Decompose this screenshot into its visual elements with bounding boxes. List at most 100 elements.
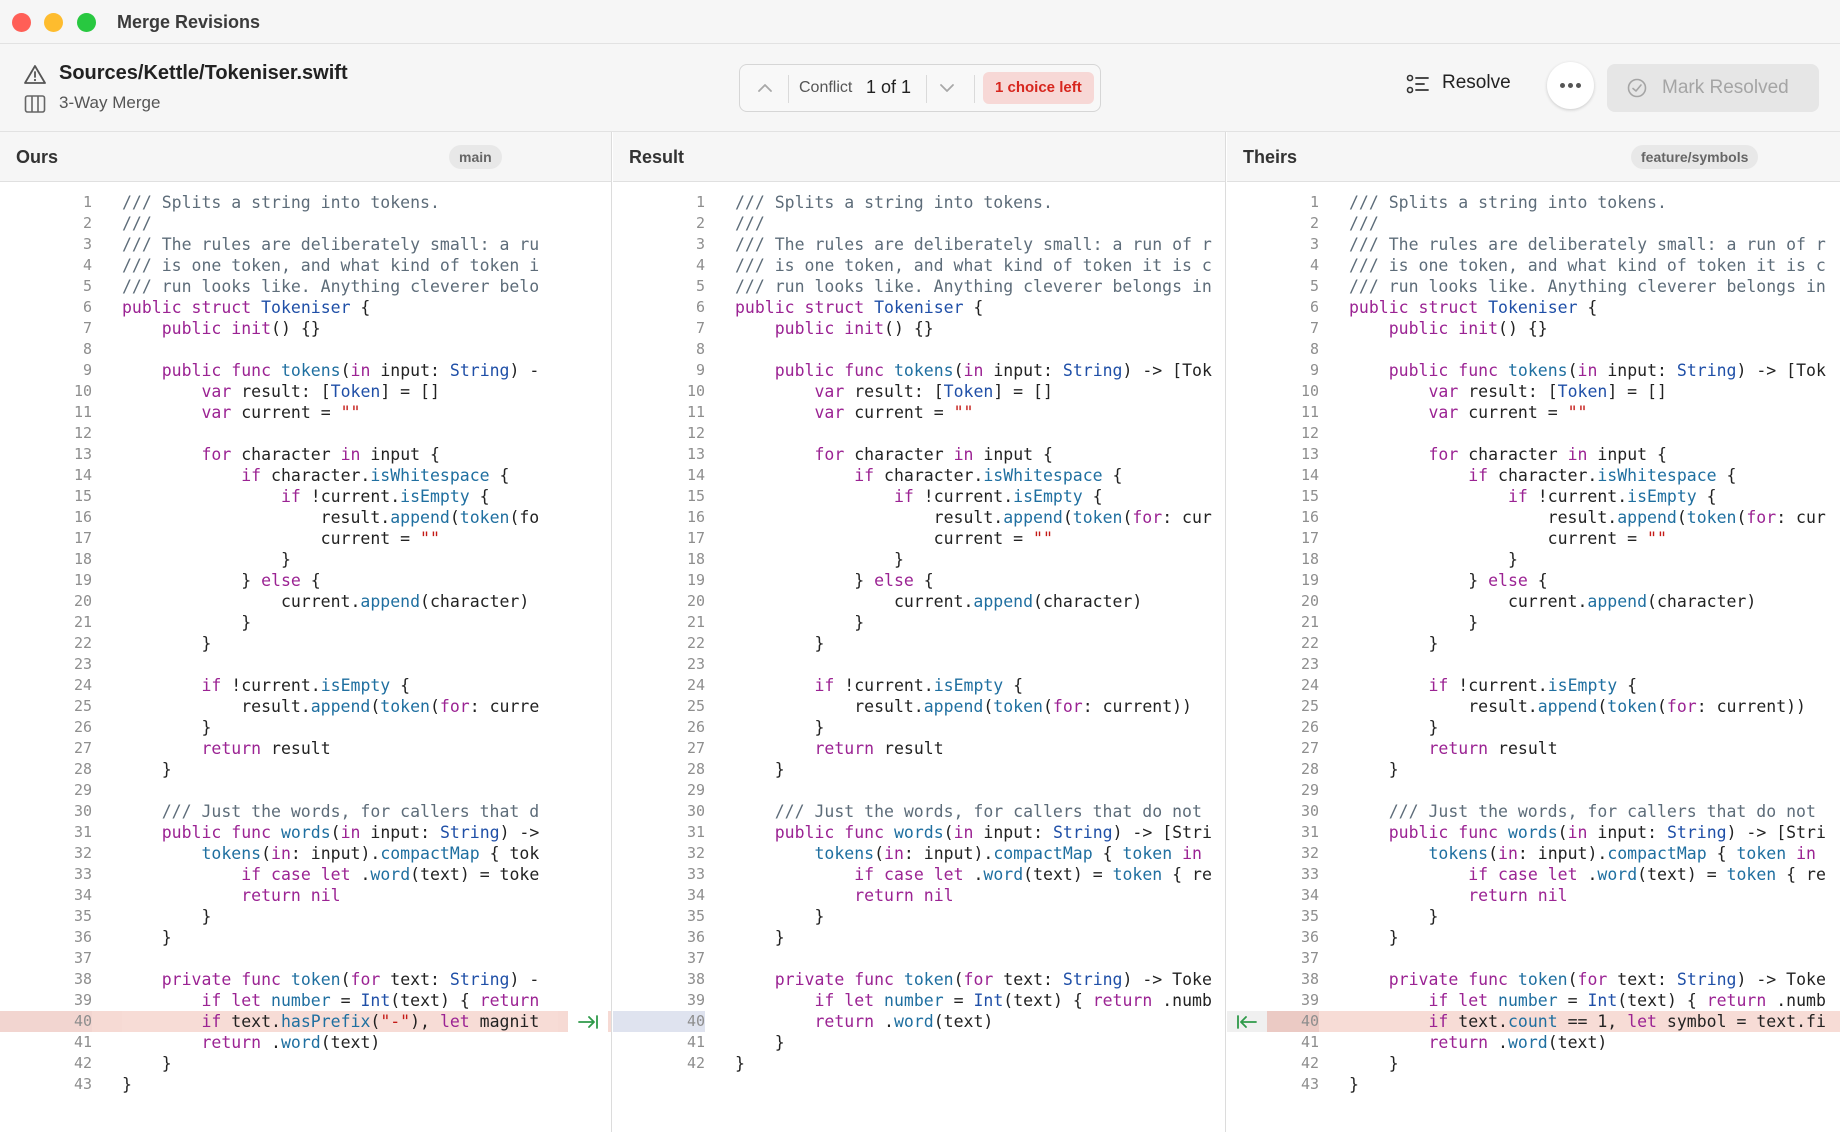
code-line: 33 if case let .word(text) = token { re [613,864,1225,885]
code-line: 6 public struct Tokeniser { [1227,297,1840,318]
code-text: } [1349,613,1479,632]
line-number: 9 [695,361,705,379]
code-line: 35 } [0,906,611,927]
code-text: if let number = Int(text) { return .numb [1428,991,1826,1010]
line-number: 1 [1309,193,1319,211]
zoom-window-button[interactable] [77,13,96,32]
theirs-pane-header: Theirs feature/symbols [1227,132,1840,182]
code-text: } [1349,1054,1399,1073]
code-line: 25 result.append(token(for: current)) [613,696,1225,717]
line-number: 7 [82,319,92,337]
code-line: 38 private func token(for text: String) … [1227,969,1840,990]
code-line: 18 } [1227,549,1840,570]
code-line: 36 } [1227,927,1840,948]
chevron-down-icon [940,84,954,92]
code-line: 5 /// run looks like. Anything cleverer b… [613,276,1225,297]
code-text: } [122,760,172,779]
code-line: 19 } else { [1227,570,1840,591]
code-line: 39 if let number = Int(text) { return [0,990,611,1011]
line-number: 25 [73,697,92,715]
line-number: 30 [73,802,92,820]
code-text: /// is one token, and what kind of token… [735,256,1212,275]
code-line: 1 /// Splits a string into tokens. [1227,192,1840,213]
line-number: 4 [1309,256,1319,274]
code-text: } [735,928,785,947]
code-text: public init() {} [774,319,934,338]
theirs-code[interactable]: 1 /// Splits a string into tokens. 2 /// 3 //… [1227,192,1840,1095]
code-text: } [122,634,212,653]
pane-title: Theirs [1243,147,1298,167]
accept-theirs-button[interactable] [1227,1011,1267,1032]
result-code[interactable]: 1 /// Splits a string into tokens. 2 /// 3 //… [613,192,1225,1074]
code-text: if !current.isEmpty { [280,487,490,506]
code-line: 13 for character in input { [613,444,1225,465]
code-line: 36 } [0,927,611,948]
line-number: 25 [1300,697,1319,715]
code-line: 27 return result [1227,738,1840,759]
line-number: 12 [686,424,705,442]
code-line: 23 [613,654,1225,675]
next-conflict-button[interactable] [932,73,962,103]
mark-resolved-button[interactable]: Mark Resolved [1607,64,1819,112]
code-line: 1 /// Splits a string into tokens. [0,192,611,213]
line-number: 2 [1309,214,1319,232]
code-line: 33 if case let .word(text) = toke [0,864,611,885]
previous-conflict-button[interactable] [750,73,780,103]
code-line: 29 [613,780,1225,801]
code-line: 4 /// is one token, and what kind of toke… [0,255,611,276]
line-number: 6 [695,298,705,316]
code-text: } [122,928,172,947]
line-number: 10 [1300,382,1319,400]
resolve-button[interactable]: Resolve [1390,58,1530,110]
line-number: 39 [686,991,705,1009]
close-window-button[interactable] [12,13,31,32]
code-text: private func token(for text: String) - [161,970,540,989]
line-number: 4 [695,256,705,274]
chevron-up-icon [758,84,772,92]
line-number: 37 [1300,949,1319,967]
code-line: 33 if case let .word(text) = token { re [1227,864,1840,885]
code-text: current = "" [1349,529,1667,548]
ours-code[interactable]: 1 /// Splits a string into tokens. 2 /// 3 //… [0,192,611,1095]
code-line: 36 } [613,927,1225,948]
line-number: 19 [73,571,92,589]
code-text: result.append(token(for: cur [1349,508,1826,527]
checkmark-circle-icon [1627,78,1647,98]
line-number: 26 [73,718,92,736]
code-line: 43} [0,1074,611,1095]
line-number: 16 [73,508,92,526]
code-line: 28 } [0,759,611,780]
code-text: current = "" [122,529,440,548]
line-number: 40 [0,1011,92,1032]
code-line: 5 /// run looks like. Anything cleverer b… [1227,276,1840,297]
code-text: } [122,550,291,569]
code-text: /// is one token, and what kind of token… [1349,256,1826,275]
code-text: result.append(token(for: cur [735,508,1212,527]
accept-ours-button[interactable] [568,1011,608,1032]
code-line: 28 } [613,759,1225,780]
code-line: 37 [613,948,1225,969]
code-line: 34 return nil [0,885,611,906]
code-text: if text.hasPrefix("-"), let magnit [122,1011,558,1032]
line-number: 38 [1300,970,1319,988]
code-line: 18 } [0,549,611,570]
code-line: 20 current.append(character) [1227,591,1840,612]
code-line: 37 [0,948,611,969]
more-options-button[interactable] [1547,62,1594,109]
code-line: 9 public func tokens(in input: String) -… [1227,360,1840,381]
line-number: 41 [686,1033,705,1051]
line-number: 28 [1300,760,1319,778]
code-text: } else { [735,571,934,590]
line-number: 37 [73,949,92,967]
code-text: } else { [1349,571,1548,590]
ours-pane: Ours main 1 /// Splits a string into toke… [0,132,612,1132]
line-number: 35 [1300,907,1319,925]
line-number: 33 [73,865,92,883]
result-pane-header: Result [613,132,1225,182]
code-line: 15 if !current.isEmpty { [1227,486,1840,507]
conflict-navigator: Conflict 1 of 1 1 choice left [739,64,1101,112]
code-line: 22 } [0,633,611,654]
code-line: 27 return result [613,738,1225,759]
minimize-window-button[interactable] [44,13,63,32]
line-number: 27 [686,739,705,757]
